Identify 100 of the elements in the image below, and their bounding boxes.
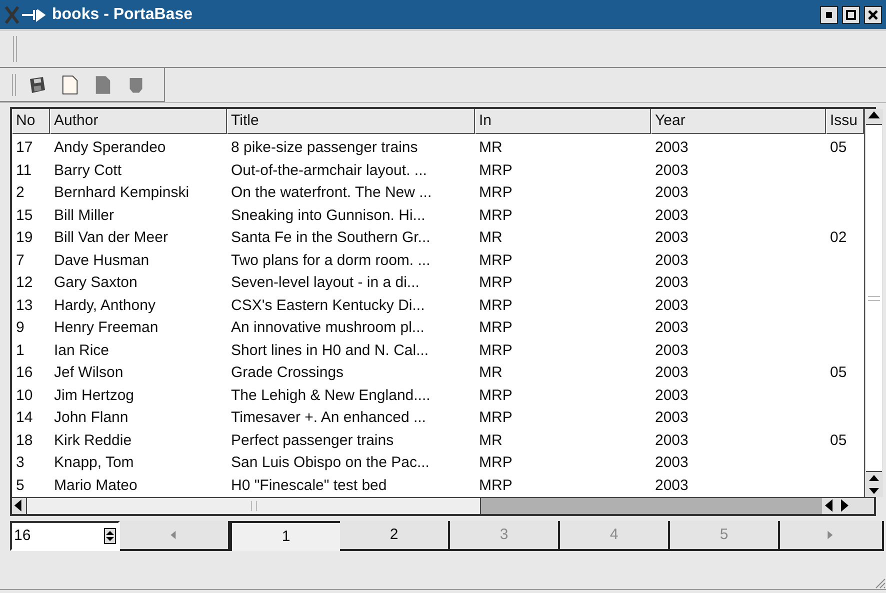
year-cell: 2003 bbox=[655, 386, 688, 404]
column-header[interactable]: Title bbox=[227, 109, 475, 134]
title-cell: H0 "Finescale" test bed bbox=[231, 476, 387, 494]
title-cell: Seven-level layout - in a di... bbox=[231, 274, 420, 291]
year-cell: 2003 bbox=[655, 432, 688, 448]
document-icon bbox=[62, 74, 78, 94]
author-cell: Bill Miller bbox=[54, 206, 114, 224]
title-cell: The Lehigh & New England.... bbox=[231, 386, 430, 404]
author-cell: John Flann bbox=[54, 409, 128, 426]
close-icon bbox=[868, 10, 878, 20]
title-cell: Timesaver +. An enhanced ... bbox=[231, 409, 426, 426]
author-cell: Bernhard Kempinski bbox=[54, 184, 190, 201]
year-cell: 2003 bbox=[655, 296, 688, 314]
number-cell: 14 bbox=[16, 409, 33, 426]
title-cell: San Luis Obispo on the Pac... bbox=[231, 454, 430, 471]
author-cell: Gary Saxton bbox=[54, 274, 138, 291]
source-cell: MR bbox=[479, 139, 502, 156]
title-cell: Out-of-the-armchair layout. ... bbox=[231, 162, 427, 178]
source-cell: MR bbox=[479, 229, 502, 246]
title-cell: CSX's Eastern Kentucky Di... bbox=[231, 296, 425, 314]
title-cell: Santa Fe in the Southern Gr... bbox=[231, 229, 430, 246]
author-cell: Bill Van der Meer bbox=[54, 229, 168, 246]
number-cell: 13 bbox=[16, 296, 33, 314]
title-cell: Two plans for a dorm room. ... bbox=[231, 252, 430, 268]
year-cell: 2003 bbox=[655, 364, 688, 381]
number-cell: 15 bbox=[16, 206, 33, 224]
issue-cell: 02 bbox=[830, 229, 847, 246]
author-cell: Jim Hertzog bbox=[54, 386, 134, 404]
year-cell: 2003 bbox=[655, 409, 688, 426]
column-header[interactable]: In bbox=[475, 109, 651, 134]
title-cell: Perfect passenger trains bbox=[231, 432, 394, 448]
source-cell: MRP bbox=[479, 319, 512, 336]
year-cell: 2003 bbox=[655, 252, 688, 268]
app-icon bbox=[4, 4, 48, 24]
year-cell: 2003 bbox=[655, 319, 688, 336]
year-cell: 2003 bbox=[655, 206, 688, 224]
number-cell: 3 bbox=[16, 454, 24, 471]
page-button[interactable]: 1 bbox=[230, 521, 340, 551]
number-cell: 2 bbox=[16, 184, 24, 201]
author-cell: Knapp, Tom bbox=[54, 454, 134, 471]
source-cell: MR bbox=[479, 364, 502, 381]
column-header[interactable]: No bbox=[12, 109, 50, 134]
rows-per-page-value: 16 bbox=[13, 526, 32, 546]
author-cell: Dave Husman bbox=[54, 252, 150, 268]
author-cell: Kirk Reddie bbox=[54, 432, 132, 448]
maximize-button[interactable] bbox=[842, 6, 860, 24]
window-title: books - PortaBase bbox=[52, 4, 192, 24]
number-cell: 1 bbox=[16, 342, 24, 358]
year-cell: 2003 bbox=[655, 342, 688, 358]
spin-arrows-icon bbox=[104, 528, 116, 544]
column-header[interactable]: Year bbox=[651, 109, 826, 134]
page-button[interactable]: 2 bbox=[340, 521, 450, 551]
close-button[interactable] bbox=[864, 6, 882, 24]
toolbar-grip-icon bbox=[12, 74, 16, 96]
minimize-button[interactable] bbox=[820, 6, 838, 24]
author-cell: Henry Freeman bbox=[54, 319, 158, 336]
rows-per-page-spinbox[interactable]: 16 bbox=[10, 521, 120, 551]
horizontal-scrollbar[interactable] bbox=[12, 497, 874, 514]
title-cell: 8 pike-size passenger trains bbox=[231, 139, 418, 156]
number-cell: 11 bbox=[16, 162, 32, 178]
year-cell: 2003 bbox=[655, 454, 688, 471]
source-cell: MRP bbox=[479, 386, 512, 404]
author-cell: Hardy, Anthony bbox=[54, 296, 156, 314]
menu-grip-icon bbox=[13, 36, 17, 62]
number-cell: 17 bbox=[16, 139, 33, 156]
year-cell: 2003 bbox=[655, 229, 688, 246]
author-cell: Jef Wilson bbox=[54, 364, 124, 381]
source-cell: MRP bbox=[479, 274, 512, 291]
year-cell: 2003 bbox=[655, 139, 688, 156]
vertical-scrollbar[interactable] bbox=[864, 109, 883, 497]
source-cell: MRP bbox=[479, 184, 512, 201]
source-cell: MRP bbox=[479, 476, 512, 494]
number-cell: 18 bbox=[16, 432, 33, 448]
author-cell: Ian Rice bbox=[54, 342, 110, 358]
scroll-grip-icon bbox=[868, 296, 880, 300]
source-cell: MRP bbox=[479, 342, 512, 358]
title-cell: On the waterfront. The New ... bbox=[231, 184, 432, 201]
title-cell: Sneaking into Gunnison. Hi... bbox=[231, 206, 426, 224]
number-cell: 9 bbox=[16, 319, 24, 336]
number-cell: 5 bbox=[16, 476, 24, 494]
issue-cell: 05 bbox=[830, 139, 847, 156]
source-cell: MRP bbox=[479, 162, 512, 178]
issue-cell: 05 bbox=[830, 364, 847, 381]
author-cell: Andy Sperandeo bbox=[54, 139, 166, 156]
maximize-icon bbox=[846, 10, 856, 20]
column-header[interactable]: Author bbox=[50, 109, 227, 134]
number-cell: 19 bbox=[16, 229, 33, 246]
issue-cell: 05 bbox=[830, 432, 847, 448]
source-cell: MR bbox=[479, 432, 502, 448]
year-cell: 2003 bbox=[655, 274, 688, 291]
minimize-icon bbox=[826, 12, 832, 18]
number-cell: 12 bbox=[16, 274, 33, 291]
number-cell: 7 bbox=[16, 252, 24, 268]
title-cell: Grade Crossings bbox=[231, 364, 344, 381]
source-cell: MRP bbox=[479, 454, 512, 471]
source-cell: MRP bbox=[479, 296, 512, 314]
title-cell: An innovative mushroom pl... bbox=[231, 319, 424, 336]
title-cell: Short lines in H0 and N. Cal... bbox=[231, 342, 429, 358]
source-cell: MRP bbox=[479, 206, 512, 224]
number-cell: 16 bbox=[16, 364, 33, 381]
